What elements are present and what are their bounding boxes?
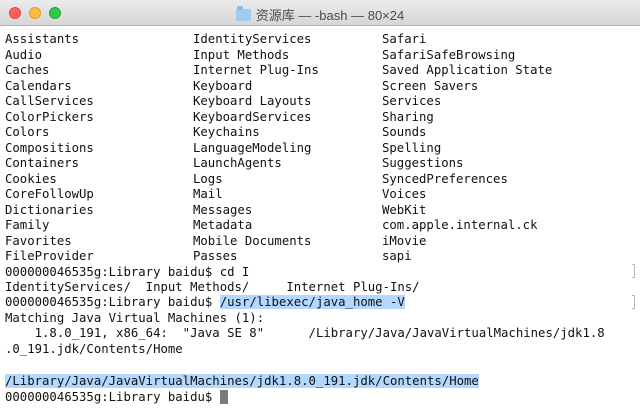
prompt-line: 000000046535g:Library baidu$ /usr/libexe…: [5, 295, 405, 310]
prompt-text: 000000046535g:Library baidu$: [5, 295, 220, 309]
window-title: 资源库 — -bash — 80×24: [0, 5, 640, 24]
listing-entry: Compositions: [5, 140, 94, 155]
listing-entry: Screen Savers: [382, 78, 479, 93]
listing-entry: Saved Application State: [382, 63, 553, 77]
listing-entry: Family: [5, 218, 50, 232]
listing-entry: SyncedPreferences: [382, 171, 508, 186]
selected-path-text[interactable]: /Library/Java/JavaVirtualMachines/jdk1.8…: [5, 374, 479, 388]
prompt-text: 000000046535g:Library baidu$: [5, 390, 220, 404]
listing-entry: Mobile Documents: [193, 233, 312, 248]
listing-entry: SafariSafeBrowsing: [382, 47, 516, 62]
prompt-line: 000000046535g:Library baidu$: [5, 390, 228, 405]
listing-entry: Cookies: [5, 171, 57, 186]
folder-icon: [235, 6, 251, 21]
listing-entry: Input Methods: [193, 47, 290, 62]
listing-entry: Keyboard: [193, 78, 253, 93]
listing-entry: Passes: [193, 249, 238, 263]
output-line: /Library/Java/JavaVirtualMachines/jdk1.8…: [5, 374, 479, 389]
listing-entry: sapi: [382, 249, 412, 263]
listing-entry: Dictionaries: [5, 202, 94, 217]
window-title-text: 资源库 — -bash — 80×24: [255, 8, 405, 23]
scrollbar[interactable]: [626, 27, 638, 412]
listing-entry: FileProvider: [5, 249, 94, 263]
output-line: .0_191.jdk/Contents/Home: [5, 342, 183, 357]
listing-entry: com.apple.internal.ck: [382, 218, 538, 232]
listing-entry: ColorPickers: [5, 109, 94, 124]
listing-entry: Colors: [5, 125, 50, 139]
listing-entry: Calendars: [5, 78, 72, 93]
listing-entry: Logs: [193, 171, 223, 186]
output-text: 1.8.0_191, x86_64: "Java SE 8" /Library/…: [5, 326, 605, 340]
output-text: .0_191.jdk/Contents/Home: [5, 342, 183, 356]
output-text: Matching Java Virtual Machines (1):: [5, 311, 265, 325]
listing-entry: IdentityServices: [193, 32, 312, 46]
listing-entry: Keyboard Layouts: [193, 94, 312, 108]
listing-entry: Assistants: [5, 32, 80, 46]
listing-entry: Mail: [193, 187, 223, 201]
scroll-mark: [632, 295, 635, 309]
terminal-content[interactable]: Assistants IdentityServices Safari Audio Inp…: [0, 27, 626, 412]
listing-entry: Spelling: [382, 140, 442, 155]
listing-entry: Favorites: [5, 233, 72, 248]
listing-entry: Messages: [193, 202, 253, 217]
listing-entry: CoreFollowUp: [5, 187, 94, 201]
listing-entry: iMovie: [382, 233, 427, 248]
listing-entry: Containers: [5, 156, 80, 170]
listing-entry: Caches: [5, 63, 50, 77]
listing-entry: Safari: [382, 32, 427, 46]
listing-entry: CallServices: [5, 94, 94, 108]
listing-entry: Keychains: [193, 125, 260, 139]
listing-entry: WebKit: [382, 202, 427, 217]
listing-entry: Sharing: [382, 109, 434, 124]
title-bar[interactable]: 资源库 — -bash — 80×24: [0, 0, 640, 26]
completion-line: IdentityServices/ Input Methods/ Interne…: [5, 280, 420, 295]
listing-entry: Metadata: [193, 218, 253, 232]
scroll-mark: [632, 264, 635, 278]
output-line: 1.8.0_191, x86_64: "Java SE 8" /Library/…: [5, 326, 605, 341]
output-line: Matching Java Virtual Machines (1):: [5, 311, 264, 326]
listing-entry: Voices: [382, 187, 427, 201]
prompt-command-text: 000000046535g:Library baidu$ cd I: [5, 265, 250, 279]
listing-entry: LanguageModeling: [193, 140, 312, 155]
listing-entry: Suggestions: [382, 156, 464, 170]
text-cursor: [219, 390, 228, 404]
listing-entry: KeyboardServices: [193, 109, 312, 124]
listing-entry: Services: [382, 94, 442, 108]
selected-command-text[interactable]: /usr/libexec/java_home -V: [219, 295, 405, 309]
prompt-line: 000000046535g:Library baidu$ cd I: [5, 265, 249, 280]
completion-text: IdentityServices/ Input Methods/ Interne…: [5, 280, 420, 294]
listing-entry: Internet Plug-Ins: [193, 63, 319, 77]
listing-entry: Audio: [5, 47, 43, 62]
listing-entry: LaunchAgents: [193, 156, 282, 170]
terminal-window: 资源库 — -bash — 80×24 Assistants IdentitySe…: [0, 0, 640, 412]
listing-entry: Sounds: [382, 125, 427, 139]
